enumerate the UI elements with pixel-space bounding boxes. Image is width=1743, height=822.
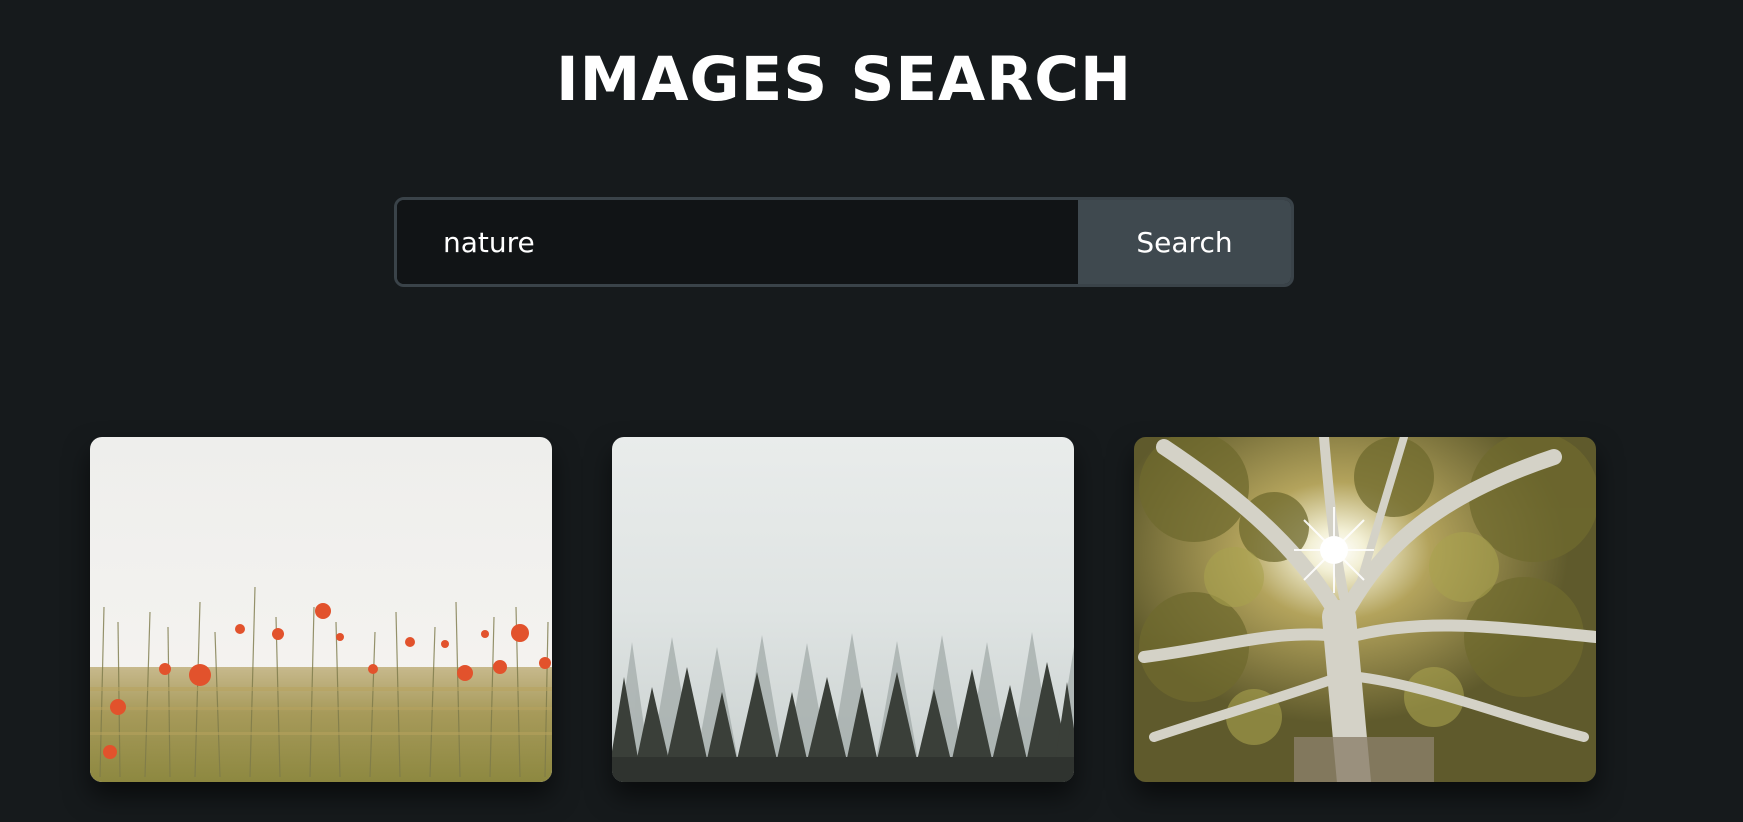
poppy-field-image <box>90 437 552 782</box>
image-result-sunlit-tree[interactable] <box>1134 437 1596 782</box>
image-result-poppy-field[interactable] <box>90 437 552 782</box>
sunlit-tree-image <box>1134 437 1596 782</box>
image-results-grid <box>90 437 1596 782</box>
foggy-forest-image <box>612 437 1074 782</box>
search-button[interactable]: Search <box>1078 200 1291 284</box>
search-input[interactable] <box>397 200 1078 284</box>
image-result-foggy-forest[interactable] <box>612 437 1074 782</box>
page-title: IMAGES SEARCH <box>555 44 1133 115</box>
search-form: Search <box>394 197 1294 287</box>
